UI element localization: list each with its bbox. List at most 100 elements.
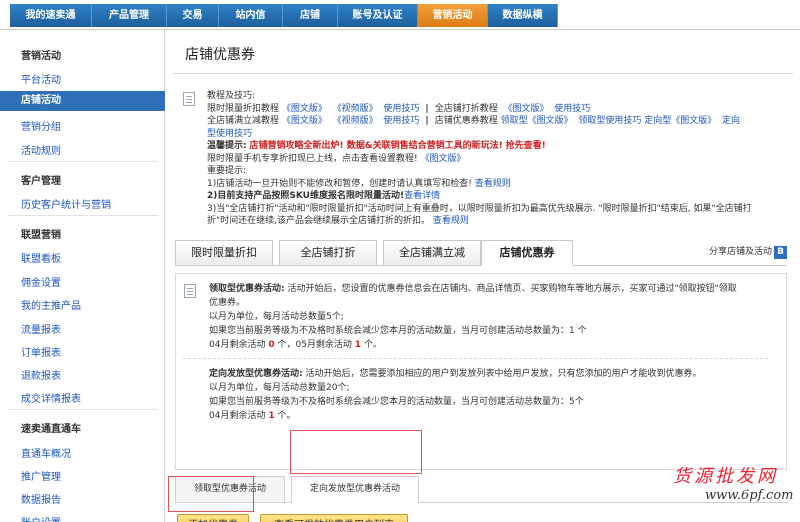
tip-3-text: 3)当"全店铺打折"活动和"限时限量折扣"活动时间上有重叠时，以限时限量折扣为最…: [207, 203, 752, 214]
sidebar-item-deal-report[interactable]: 成交详情报表: [21, 390, 81, 405]
nav-tab-store[interactable]: 店铺: [283, 4, 338, 27]
subtab-targeted-coupon[interactable]: 定向发放型优惠券活动: [291, 476, 419, 503]
claim-remaining-may: 1: [354, 340, 362, 350]
tutorial-link[interactable]: 领取型使用技巧: [578, 116, 641, 126]
tab-limited-discount[interactable]: 限时限量折扣: [175, 240, 273, 266]
target-service-note: 如果您当前服务等级为不及格时系统会减少您本月的活动数量，当月可创建活动总数量为：…: [209, 397, 584, 407]
tutorial-link[interactable]: 《图文版》: [282, 104, 327, 114]
tutorial-link[interactable]: 《图文版》: [503, 104, 548, 114]
activity-tabs: 限时限量折扣 全店铺打折 全店铺满立减 店铺优惠券 分享店铺及活动 B: [175, 240, 787, 266]
view-coupon-users-button[interactable]: 查看可发放优惠券用户列表: [260, 514, 408, 522]
sidebar-item-main-products[interactable]: 我的主推产品: [21, 297, 81, 312]
tutorial-link[interactable]: 《视频版》: [333, 104, 378, 114]
tutorial-label: 店铺优惠券教程: [434, 116, 498, 126]
page-title: 店铺优惠券: [185, 47, 255, 63]
claim-remaining-april: 0: [268, 340, 275, 350]
tutorial-link[interactable]: 定向型《图文版》: [644, 116, 716, 126]
nav-tab-marketing[interactable]: 营销活动: [418, 4, 488, 27]
important-label: 重要提示:: [207, 166, 247, 176]
tip-3-link[interactable]: 查看规则: [433, 216, 469, 226]
main-content: 店铺优惠券 教程及技巧: 限时限量折扣教程 《图文版》 《视频版》 使用技巧 |…: [165, 30, 800, 522]
share-store-activity[interactable]: 分享店铺及活动 B: [709, 244, 787, 259]
coupon-description-panel: 领取型优惠券活动: 活动开始后，您设置的优惠券信息会在店铺内、商品详情页、买家购…: [175, 273, 787, 470]
tip-1-link[interactable]: 查看规则: [475, 179, 511, 189]
description-divider: [183, 358, 768, 359]
sidebar-item-order-report[interactable]: 订单报表: [21, 344, 61, 359]
warm-tip-label: 温馨提示:: [207, 141, 247, 151]
separator: |: [422, 103, 432, 114]
tutorial-label: 限时限量折扣教程: [207, 103, 280, 114]
top-navigation: 我的速卖通 产品管理 交易 站内信 店铺 账号及认证 营销活动 数据纵横: [0, 0, 800, 30]
sidebar-item-activity-rules[interactable]: 活动规则: [21, 142, 61, 157]
sidebar-divider: [8, 409, 158, 410]
tutorial-block: 教程及技巧: 限时限量折扣教程 《图文版》 《视频版》 使用技巧 | 全店铺打折…: [207, 90, 797, 228]
watermark: 货源批发网 www.6pf.com: [665, 462, 800, 512]
nav-tab-my-aliexpress[interactable]: 我的速卖通: [10, 4, 92, 27]
tab-store-full-reduction[interactable]: 全店铺满立减: [383, 240, 481, 266]
nav-tab-account[interactable]: 账号及认证: [338, 4, 418, 27]
claim-remaining-mid: 个，05月剩余活动: [277, 340, 352, 350]
claim-remaining-end: 个。: [363, 340, 382, 350]
tutorial-link[interactable]: 领取型《图文版》: [501, 116, 573, 126]
nav-tab-data[interactable]: 数据纵横: [488, 4, 558, 27]
claim-service-note: 如果您当前服务等级为不及格时系统会减少您本月的活动数量，当月可创建活动总数量为：…: [209, 326, 587, 336]
sidebar-section-express: 速卖通直通车: [21, 424, 81, 435]
sidebar-item-commission[interactable]: 佣金设置: [21, 274, 61, 289]
mobile-tip-link[interactable]: 《图文版》: [420, 154, 465, 164]
tab-store-discount[interactable]: 全店铺打折: [279, 240, 377, 266]
sidebar-section-affiliate: 联盟营销: [21, 230, 61, 241]
tutorial-link[interactable]: 使用技巧: [554, 104, 590, 114]
target-remaining-label: 04月剩余活动: [209, 411, 266, 421]
tutorial-link[interactable]: 《视频版》: [333, 116, 378, 126]
warm-tip-link[interactable]: 抢先查看!: [506, 141, 546, 151]
tutorial-link[interactable]: 使用技巧: [383, 104, 419, 114]
sidebar-item-marketing-group[interactable]: 营销分组: [21, 118, 61, 133]
tip-1-text: 1)店铺活动一旦开始则不能修改和暂停，创建时请认真填写和检查!: [207, 178, 472, 189]
target-monthly-limit: 以月为单位，每月活动总数量20个;: [209, 383, 350, 393]
sidebar-item-data-report[interactable]: 数据报告: [21, 491, 61, 506]
sidebar-section-marketing: 营销活动: [21, 51, 61, 62]
sidebar-item-store-activity[interactable]: 店铺活动: [0, 91, 165, 111]
nav-tab-messages[interactable]: 站内信: [219, 4, 283, 27]
tab-store-coupon[interactable]: 店铺优惠券: [481, 240, 573, 266]
sidebar-item-platform-activity[interactable]: 平台活动: [21, 71, 61, 86]
claim-coupon-text-cont: 优惠券。: [209, 298, 246, 308]
tip-2-link[interactable]: 查看详情: [404, 191, 440, 201]
tutorial-link[interactable]: 使用技巧: [383, 116, 419, 126]
tip-2-text: 2)目前支持产品按照SKU维度报名限时限量活动!: [207, 191, 405, 201]
watermark-text: 货源批发网: [673, 466, 778, 487]
share-badge-icon[interactable]: B: [774, 246, 787, 259]
add-coupon-button[interactable]: 添加优惠券: [177, 514, 249, 522]
sidebar-item-express-overview[interactable]: 直通车概况: [21, 445, 71, 460]
tutorial-link[interactable]: 型使用技巧: [207, 129, 252, 139]
document-icon: [183, 92, 195, 106]
watermark-url: www.6pf.com: [705, 488, 794, 503]
separator: |: [422, 116, 432, 126]
share-label[interactable]: 分享店铺及活动: [709, 247, 772, 257]
sidebar-section-customers: 客户管理: [21, 176, 61, 187]
target-remaining-end: 个。: [277, 411, 296, 421]
sidebar-item-refund-report[interactable]: 退款报表: [21, 367, 61, 382]
nav-tab-bar: 我的速卖通 产品管理 交易 站内信 店铺 账号及认证 营销活动 数据纵横: [10, 4, 558, 27]
claim-remaining-label: 04月剩余活动: [209, 340, 266, 350]
tutorial-link[interactable]: 定向: [722, 116, 740, 126]
sidebar-item-customer-stats[interactable]: 历史客户统计与营销: [21, 196, 111, 211]
target-coupon-text: 活动开始后，您需要添加相应的用户到发放列表中给用户发放，只有您添加的用户才能收到…: [305, 369, 702, 379]
nav-tab-products[interactable]: 产品管理: [92, 4, 167, 27]
subtab-claim-coupon[interactable]: 领取型优惠券活动: [175, 476, 285, 503]
sidebar: 营销活动 平台活动 店铺活动 营销分组 活动规则 客户管理 历史客户统计与营销 …: [0, 30, 165, 522]
mobile-tip-text: 限时限量手机专享折扣现已上线，点击查看设置教程!: [207, 153, 418, 164]
sidebar-item-affiliate-board[interactable]: 联盟看板: [21, 250, 61, 265]
tutorial-link[interactable]: 《图文版》: [282, 116, 327, 126]
title-divider: [173, 73, 793, 74]
nav-tab-trade[interactable]: 交易: [167, 4, 219, 27]
sidebar-item-promotion-mgmt[interactable]: 推广管理: [21, 468, 61, 483]
warm-tip-text: 店铺营销攻略全新出炉! 数据&关联销售结合营销工具的新玩法!: [249, 141, 503, 151]
claim-coupon-text: 活动开始后，您设置的优惠券信息会在店铺内、商品详情页、买家购物车等地方展示，买家…: [287, 284, 737, 294]
sidebar-item-account-settings[interactable]: 账户设置: [21, 514, 61, 522]
document-icon: [184, 284, 196, 298]
tutorial-heading: 教程及技巧:: [207, 91, 256, 101]
target-coupon-title: 定向发放型优惠券活动:: [209, 369, 303, 379]
sidebar-divider: [8, 215, 158, 216]
sidebar-item-traffic-report[interactable]: 流量报表: [21, 321, 61, 336]
